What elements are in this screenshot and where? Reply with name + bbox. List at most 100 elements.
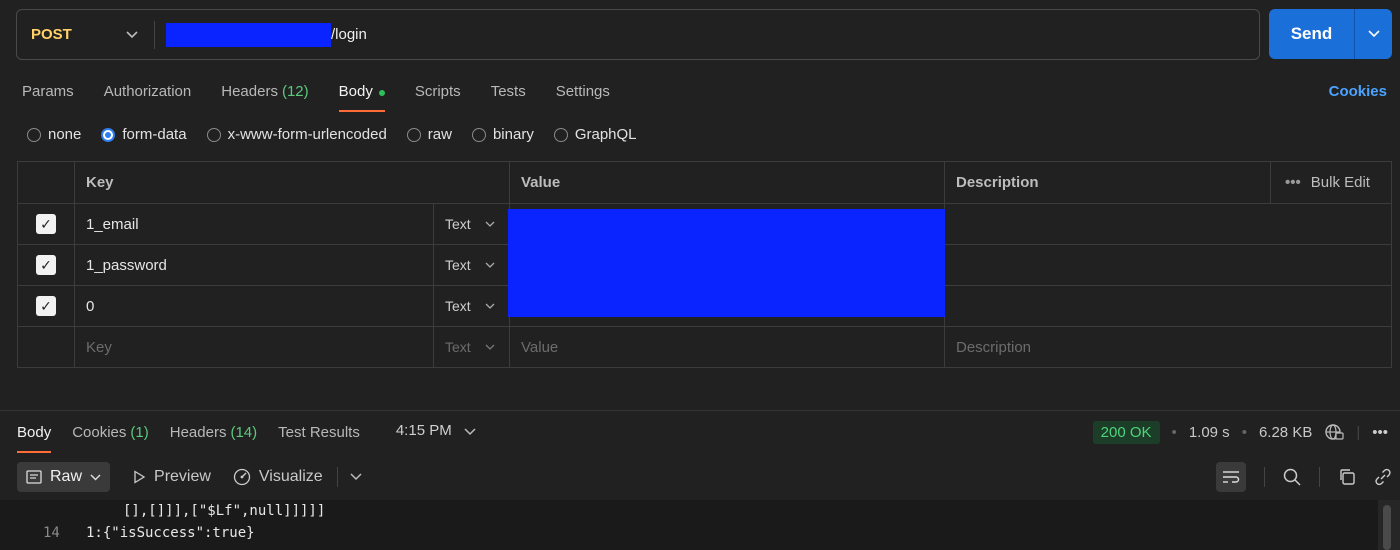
preview-button[interactable]: Preview	[132, 468, 211, 486]
description-cell[interactable]	[944, 204, 1391, 244]
type-select[interactable]: Text	[433, 204, 509, 244]
time-label: 4:15 PM	[395, 422, 452, 439]
tab-settings[interactable]: Settings	[556, 80, 610, 112]
tab-headers[interactable]: Headers (12)	[221, 80, 308, 112]
response-tabs: Body Cookies (1) Headers (14) Test Results…	[17, 422, 476, 453]
tab-scripts[interactable]: Scripts	[415, 80, 461, 112]
tab-authorization[interactable]: Authorization	[104, 80, 192, 112]
row-checkbox[interactable]: ✓	[18, 204, 74, 244]
type-select[interactable]: Text	[433, 286, 509, 326]
visualize-button[interactable]: Visualize	[233, 468, 323, 486]
radio-none[interactable]: none	[27, 126, 81, 143]
chevron-down-icon	[126, 30, 138, 39]
send-options-button[interactable]	[1355, 30, 1392, 38]
tab-label: Params	[22, 83, 74, 100]
tab-params[interactable]: Params	[22, 80, 74, 112]
link-icon[interactable]	[1374, 468, 1392, 486]
type-label: Text	[445, 339, 471, 355]
chevron-down-icon	[485, 344, 495, 350]
key-input[interactable]: Key	[74, 327, 433, 367]
tab-label: Test Results	[278, 424, 360, 441]
chevron-down-icon	[485, 303, 495, 309]
code-scrollbar[interactable]	[1378, 500, 1400, 550]
tab-response-body[interactable]: Body	[17, 422, 52, 453]
header-check-cell	[18, 162, 74, 203]
copy-icon[interactable]	[1338, 468, 1356, 486]
network-globe-icon[interactable]	[1324, 423, 1344, 441]
body-type-radios: none form-data x-www-form-urlencoded raw…	[27, 126, 637, 143]
radio-circle-icon	[206, 127, 221, 142]
radio-label: none	[48, 126, 82, 143]
response-size[interactable]: 6.28 KB	[1259, 424, 1312, 441]
radio-raw[interactable]: raw	[406, 126, 452, 143]
chevron-down-icon[interactable]	[350, 473, 362, 481]
radio-form-data[interactable]: form-data	[101, 126, 187, 143]
tab-count: (14)	[230, 424, 258, 441]
tab-response-cookies[interactable]: Cookies (1)	[72, 422, 149, 453]
column-header-key: Key	[74, 162, 509, 203]
description-cell[interactable]	[944, 245, 1391, 285]
radio-label: raw	[427, 126, 452, 143]
type-label: Text	[445, 298, 471, 314]
view-mode-select[interactable]: Raw	[17, 462, 111, 492]
tab-label: Headers	[221, 83, 278, 100]
scrollbar-thumb[interactable]	[1383, 505, 1391, 550]
description-cell[interactable]	[944, 286, 1391, 326]
type-select[interactable]: Text	[433, 327, 509, 367]
tab-tests[interactable]: Tests	[491, 80, 526, 112]
more-options-icon[interactable]: •••	[1372, 424, 1388, 441]
tab-label: Tests	[490, 83, 526, 100]
key-cell[interactable]: 1_email	[74, 204, 433, 244]
key-cell[interactable]: 0	[74, 286, 433, 326]
status-badge[interactable]: 200 OK	[1092, 420, 1160, 444]
key-cell[interactable]: 1_password	[74, 245, 433, 285]
wrap-lines-button[interactable]	[1216, 462, 1246, 492]
code-line: 1:{"isSuccess":true}	[86, 525, 255, 541]
type-label: Text	[445, 257, 471, 273]
cookies-link[interactable]: Cookies	[1329, 83, 1387, 100]
search-icon[interactable]	[1283, 468, 1301, 486]
tab-label: Settings	[555, 83, 610, 100]
url-input[interactable]: /login	[155, 22, 367, 47]
url-bar: POST /login	[16, 9, 1260, 60]
checkmark-icon: ✓	[36, 214, 56, 234]
response-divider[interactable]	[0, 410, 1400, 411]
type-select[interactable]: Text	[433, 245, 509, 285]
tab-count: (12)	[281, 83, 309, 100]
tab-test-results[interactable]: Test Results	[278, 422, 360, 453]
description-input[interactable]: Description	[944, 327, 1391, 367]
radio-binary[interactable]: binary	[471, 126, 534, 143]
row-checkbox[interactable]: ✓	[18, 245, 74, 285]
response-time[interactable]: 1.09 s	[1189, 424, 1230, 441]
send-button[interactable]: Send	[1269, 9, 1354, 59]
modified-dot-icon	[378, 90, 385, 96]
response-tools	[1216, 462, 1392, 492]
toolbar-divider	[1319, 467, 1320, 487]
value-input[interactable]: Value	[509, 327, 944, 367]
method-select[interactable]: POST	[17, 10, 154, 59]
tab-response-headers[interactable]: Headers (14)	[170, 422, 257, 453]
tab-label: Cookies	[72, 424, 127, 441]
radio-label: binary	[492, 126, 534, 143]
play-icon	[132, 470, 146, 484]
view-mode-label: Raw	[50, 468, 83, 485]
radio-label: x-www-form-urlencoded	[227, 126, 387, 143]
chevron-down-icon	[485, 221, 495, 227]
separator: |	[1356, 423, 1361, 441]
separator: •	[1241, 423, 1247, 441]
history-time-select[interactable]: 4:15 PM	[396, 422, 476, 439]
radio-urlencoded[interactable]: x-www-form-urlencoded	[206, 126, 387, 143]
bulk-edit-button[interactable]: ••• Bulk Edit	[1270, 162, 1391, 203]
table-header-row: Key Value Description ••• Bulk Edit	[18, 162, 1391, 203]
redacted-host	[166, 22, 331, 47]
radio-label: form-data	[122, 126, 187, 143]
radio-circle-icon	[471, 127, 486, 142]
tab-label: Scripts	[414, 83, 461, 100]
tab-label: Headers	[169, 424, 227, 441]
separator: •	[1171, 423, 1177, 441]
tab-label: Authorization	[103, 83, 192, 100]
response-code-view[interactable]: [],[]]],["$Lf",null]]]]] 14 1:{"isSucces…	[0, 500, 1378, 550]
radio-graphql[interactable]: GraphQL	[553, 126, 637, 143]
tab-body[interactable]: Body	[338, 80, 386, 112]
row-checkbox[interactable]: ✓	[18, 286, 74, 326]
